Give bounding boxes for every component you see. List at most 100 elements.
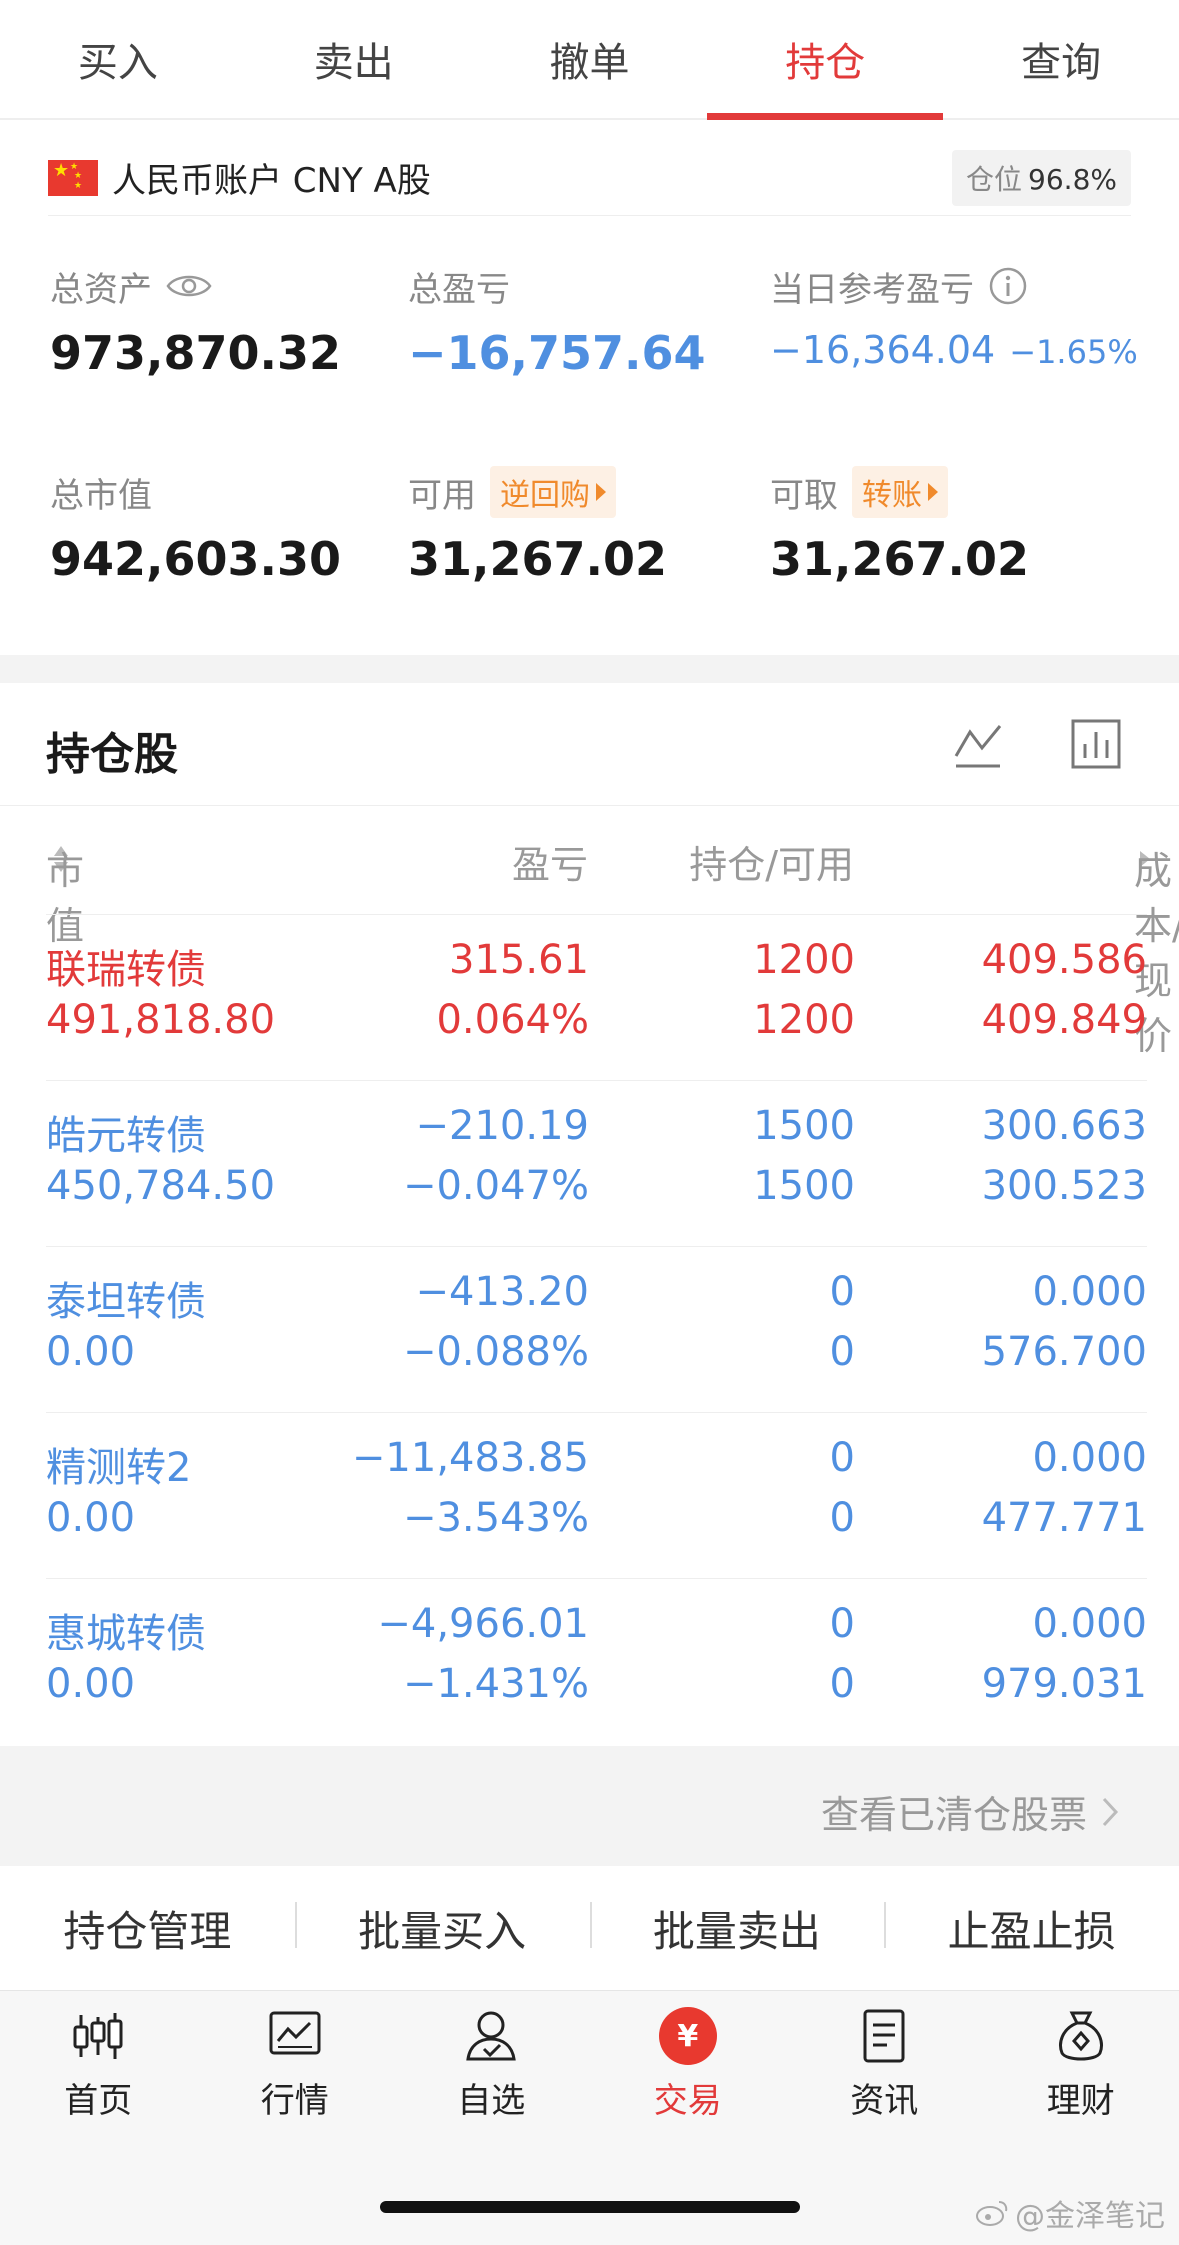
daily-pnl-value: −16,364.04 (770, 328, 996, 372)
holding-name: 皓元转债 (46, 1113, 206, 1159)
position-label: 仓位 (966, 162, 1023, 196)
column-pnl: 盈亏 (511, 843, 588, 887)
holding-market-value: 491,818.80 (46, 997, 276, 1043)
tab-query[interactable]: 查询 (943, 0, 1179, 118)
holding-row[interactable]: 泰坦转债 0.00 −413.20 −0.088% 0 0 0.000 576.… (46, 1246, 1147, 1412)
info-icon[interactable] (988, 266, 1028, 306)
eye-icon[interactable] (166, 271, 212, 301)
nav-market[interactable]: 行情 (197, 2007, 394, 2131)
manage-holdings-button[interactable]: 持仓管理 (0, 1898, 295, 1959)
withdrawable-stat: 可取 转账 31,267.02 (770, 466, 1029, 586)
holding-row[interactable]: 联瑞转债 491,818.80 315.61 0.064% 1200 1200 … (46, 914, 1147, 1080)
weibo-icon (976, 2201, 1008, 2226)
nav-watchlist[interactable]: 自选 (393, 2007, 590, 2131)
holding-name: 惠城转债 (46, 1611, 206, 1657)
holdings-title: 持仓股 (46, 729, 178, 780)
market-chart-icon (269, 2011, 321, 2055)
tab-buy[interactable]: 买入 (0, 0, 236, 118)
market-value-label: 总市值 (50, 475, 152, 516)
account-row[interactable]: ★ ★ ★ ★ 人民币账户 CNY A股 仓位 96.8% (48, 140, 1131, 216)
nav-wealth-label: 理财 (1046, 2081, 1115, 2121)
withdrawable-label: 可取 (770, 475, 838, 516)
reverse-repo-button[interactable]: 逆回购 (490, 466, 616, 518)
holdings-column-headers: 市值 盈亏 持仓/可用 成本/现价 (46, 828, 1179, 1058)
money-bag-icon (1058, 2011, 1103, 2061)
holding-available: 0 (829, 1495, 855, 1541)
user-select-icon (466, 2011, 516, 2061)
market-value-stat: 总市值 942,603.30 (50, 468, 341, 587)
holding-quantity: 0 (829, 1435, 855, 1481)
holding-pnl-percent: −1.431% (402, 1661, 589, 1707)
bottom-nav: 首页 行情 自选 ¥ 交易 资讯 理财 @金泽笔记 (0, 1990, 1179, 2245)
holding-available: 1500 (753, 1163, 855, 1209)
daily-pnl-label: 当日参考盈亏 (770, 269, 974, 310)
holding-price: 300.523 (981, 1163, 1147, 1209)
watermark-text: @金泽笔记 (1015, 2199, 1165, 2234)
holding-market-value: 0.00 (46, 1495, 136, 1541)
nav-trade-label: 交易 (653, 2081, 722, 2121)
column-cost-price[interactable]: 成本/现价 (1134, 834, 1179, 1058)
transfer-button[interactable]: 转账 (852, 466, 948, 518)
nav-home[interactable]: 首页 (0, 2007, 197, 2131)
holding-cost: 0.000 (1032, 1269, 1147, 1315)
total-pnl-value: −16,757.64 (408, 326, 706, 380)
candlestick-icon (73, 2013, 123, 2059)
account-name: 人民币账户 CNY A股 (112, 161, 431, 201)
batch-sell-button[interactable]: 批量卖出 (589, 1898, 885, 1959)
watermark: @金泽笔记 (975, 2191, 1165, 2235)
holding-market-value: 0.00 (46, 1329, 136, 1375)
batch-buy-button[interactable]: 批量买入 (294, 1898, 590, 1959)
holding-quantity: 1200 (753, 937, 855, 983)
holding-pnl: −4,966.01 (377, 1601, 589, 1647)
nav-trade[interactable]: ¥ 交易 (590, 2007, 787, 2131)
yen-icon: ¥ (658, 2007, 717, 2065)
take-profit-stop-loss-button[interactable]: 止盈止损 (884, 1898, 1179, 1959)
holding-cost: 409.586 (981, 937, 1147, 983)
holding-name: 泰坦转债 (46, 1279, 206, 1325)
holding-row[interactable]: 惠城转债 0.00 −4,966.01 −1.431% 0 0 0.000 97… (46, 1578, 1147, 1744)
tab-holdings[interactable]: 持仓 (707, 0, 943, 120)
holding-pnl: −413.20 (415, 1269, 589, 1315)
holding-quantity: 1500 (753, 1103, 855, 1149)
nav-news[interactable]: 资讯 (786, 2007, 983, 2131)
triangle-right-icon (928, 483, 938, 501)
holding-pnl-percent: −0.047% (402, 1163, 589, 1209)
nav-wealth[interactable]: 理财 (983, 2007, 1179, 2131)
view-cleared-stocks-link[interactable]: 查看已清仓股票 (821, 1784, 1119, 1839)
holding-name: 联瑞转债 (46, 947, 206, 993)
position-value: 96.8% (1028, 162, 1117, 196)
nav-news-label: 资讯 (850, 2081, 919, 2121)
column-market-value[interactable]: 市值 (46, 834, 84, 948)
tab-cancel-order[interactable]: 撤单 (472, 0, 708, 118)
holding-price: 979.031 (981, 1661, 1147, 1707)
reverse-repo-label: 逆回购 (500, 478, 590, 513)
holding-available: 0 (829, 1661, 855, 1707)
bar-chart-icon[interactable] (1070, 718, 1122, 770)
withdrawable-value: 31,267.02 (770, 532, 1029, 586)
holding-price: 477.771 (981, 1495, 1147, 1541)
triangle-right-icon (596, 483, 606, 501)
position-ratio-badge: 仓位 96.8% (952, 149, 1131, 206)
column-hold-avail: 持仓/可用 (689, 843, 854, 887)
holding-pnl: −11,483.85 (351, 1435, 589, 1481)
china-flag-icon: ★ ★ ★ ★ (48, 159, 98, 196)
holding-cost: 0.000 (1032, 1435, 1147, 1481)
holding-row[interactable]: 精测转2 0.00 −11,483.85 −3.543% 0 0 0.000 4… (46, 1412, 1147, 1578)
total-pnl-label: 总盈亏 (408, 269, 510, 310)
news-doc-icon (863, 2009, 905, 2063)
total-assets-label: 总资产 (50, 269, 152, 310)
holding-available: 0 (829, 1329, 855, 1375)
top-tab-bar: 买入 卖出 撤单 持仓 查询 (0, 0, 1179, 120)
header-divider (0, 805, 1179, 806)
tab-sell[interactable]: 卖出 (236, 0, 472, 118)
holding-pnl-percent: 0.064% (436, 997, 589, 1043)
daily-pnl-values: −16,364.04 −1.65% (770, 328, 1138, 372)
nav-market-label: 行情 (260, 2081, 329, 2121)
daily-pnl-stat: 当日参考盈亏 −16,364.04 −1.65% (770, 262, 1138, 372)
total-pnl-stat: 总盈亏 −16,757.64 (408, 262, 706, 381)
line-chart-icon[interactable] (952, 718, 1004, 770)
holding-row[interactable]: 皓元转债 450,784.50 −210.19 −0.047% 1500 150… (46, 1080, 1147, 1246)
daily-pnl-percent: −1.65% (1009, 333, 1138, 371)
section-gap (0, 655, 1179, 683)
holding-market-value: 0.00 (46, 1661, 136, 1707)
